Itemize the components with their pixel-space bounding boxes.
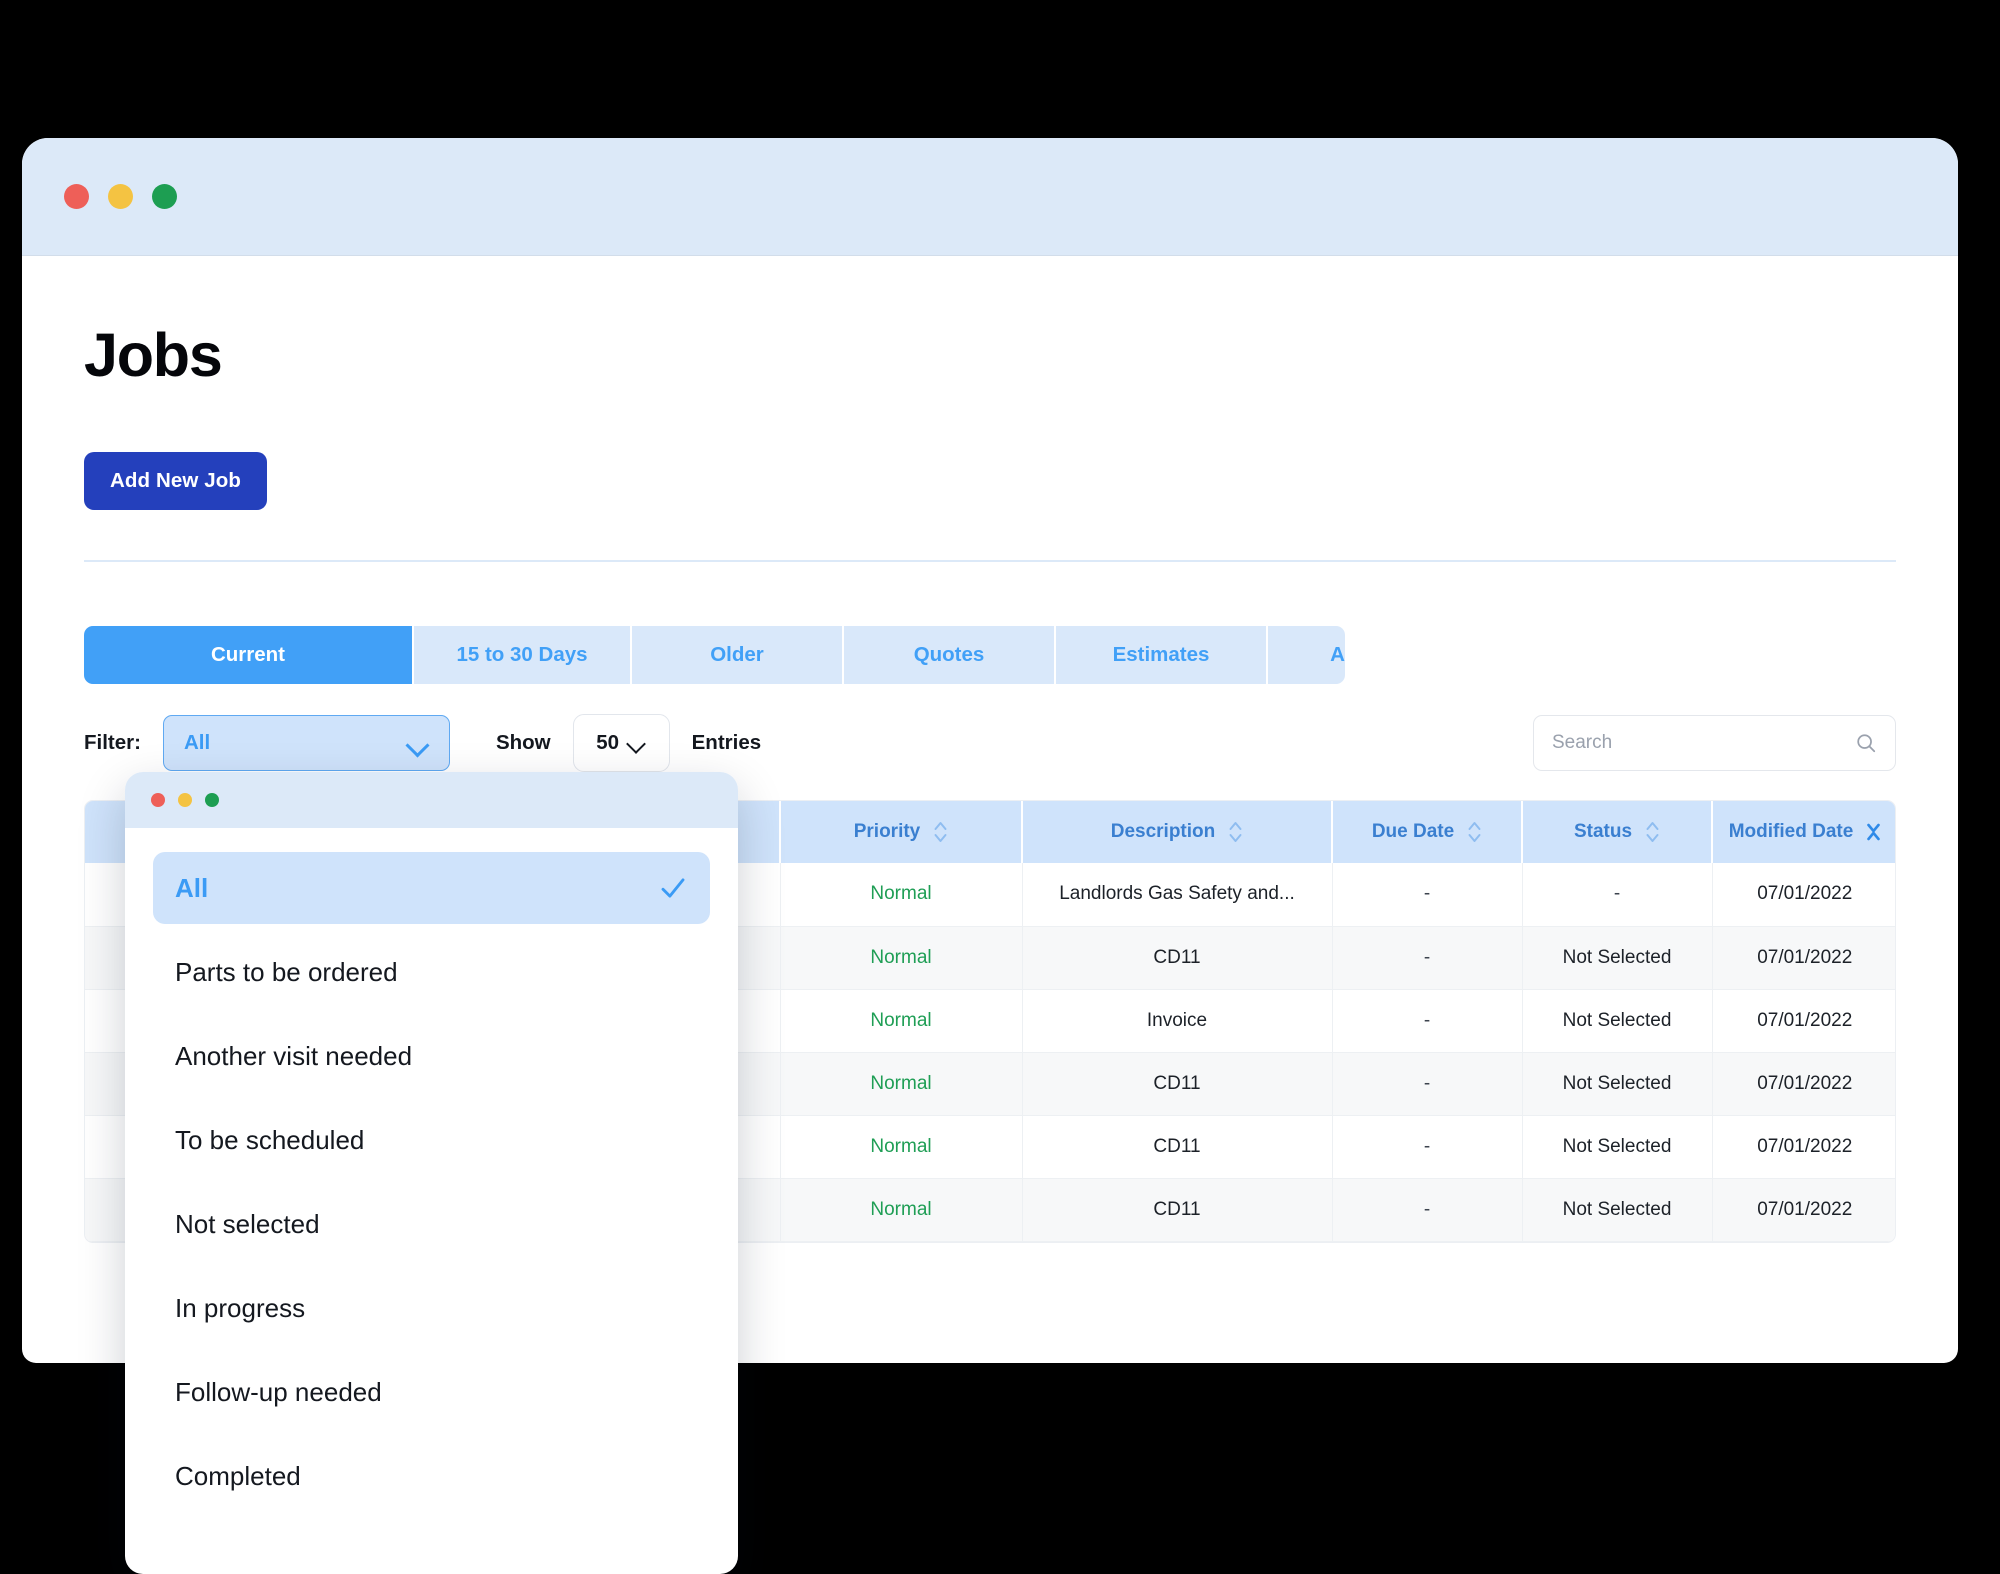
filter-option-to-be-scheduled[interactable]: To be scheduled [153,1104,710,1176]
tab-15-to-30-days[interactable]: 15 to 30 Days [414,626,632,684]
chevron-down-icon [407,737,429,750]
column-header-description[interactable]: Description [1022,801,1332,863]
filter-selected-value: All [184,731,210,755]
cell-modified-date: 07/01/2022 [1712,1178,1896,1241]
filter-option-label: Another visit needed [175,1041,412,1072]
section-divider [84,560,1896,562]
column-label: Modified Date [1729,820,1854,843]
sort-icon [1228,819,1243,845]
cell-modified-date: 07/01/2022 [1712,926,1896,989]
filter-option-in-progress[interactable]: In progress [153,1272,710,1344]
check-icon [658,873,688,903]
cell-due-date: - [1332,1178,1522,1241]
filter-option-all[interactable]: All [153,852,710,924]
entries-label: Entries [692,731,762,755]
jobs-tab-bar: Current 15 to 30 Days Older Quotes Estim… [84,626,1345,684]
sort-active-icon [1866,819,1881,845]
cell-modified-date: 07/01/2022 [1712,1052,1896,1115]
tab-estimates[interactable]: Estimates [1056,626,1268,684]
close-window-icon[interactable] [64,184,89,209]
filter-option-parts-to-be-ordered[interactable]: Parts to be ordered [153,936,710,1008]
filter-option-label: To be scheduled [175,1125,364,1156]
add-new-job-button[interactable]: Add New Job [84,452,267,510]
cell-due-date: - [1332,1115,1522,1178]
filter-option-label: Completed [175,1461,301,1492]
tab-older[interactable]: Older [632,626,844,684]
filter-option-label: In progress [175,1293,305,1324]
sort-icon [1467,819,1482,845]
cell-modified-date: 07/01/2022 [1712,1115,1896,1178]
sort-icon [1645,819,1660,845]
page-title: Jobs [84,320,1896,390]
filter-option-not-selected[interactable]: Not selected [153,1188,710,1260]
filter-option-label: Follow-up needed [175,1377,382,1408]
search-icon [1855,732,1877,754]
cell-priority: Normal [780,989,1022,1052]
column-header-status[interactable]: Status [1522,801,1712,863]
cell-priority: Normal [780,1115,1022,1178]
filter-option-label: All [175,873,208,904]
cell-status: Not Selected [1522,989,1712,1052]
filter-label: Filter: [84,731,141,755]
filter-select[interactable]: All [163,715,450,771]
cell-description: CD11 [1022,1115,1332,1178]
cell-priority: Normal [780,926,1022,989]
cell-description: Invoice [1022,989,1332,1052]
cell-priority: Normal [780,1178,1022,1241]
column-header-modified-date[interactable]: Modified Date [1712,801,1896,863]
minimize-window-icon[interactable] [108,184,133,209]
cell-status: Not Selected [1522,1115,1712,1178]
cell-description: CD11 [1022,1178,1332,1241]
column-header-priority[interactable]: Priority [780,801,1022,863]
filter-dropdown-panel: All Parts to be ordered Another visit ne… [125,772,738,1574]
chevron-down-icon [628,737,646,749]
cell-description: CD11 [1022,1052,1332,1115]
cell-modified-date: 07/01/2022 [1712,989,1896,1052]
tab-current[interactable]: Current [84,626,414,684]
tab-quotes[interactable]: Quotes [844,626,1056,684]
cell-status: Not Selected [1522,926,1712,989]
cell-priority: Normal [780,863,1022,926]
filter-option-completed[interactable]: Completed [153,1440,710,1512]
column-header-due-date[interactable]: Due Date [1332,801,1522,863]
search-box[interactable] [1533,715,1896,771]
cell-due-date: - [1332,863,1522,926]
window-titlebar [22,138,1958,256]
cell-description: Landlords Gas Safety and... [1022,863,1332,926]
cell-due-date: - [1332,926,1522,989]
cell-due-date: - [1332,989,1522,1052]
cell-priority: Normal [780,1052,1022,1115]
show-label: Show [496,731,551,755]
entries-per-page-select[interactable]: 50 [573,714,670,772]
cell-modified-date: 07/01/2022 [1712,863,1896,926]
maximize-window-icon[interactable] [152,184,177,209]
sort-icon [933,819,948,845]
cell-due-date: - [1332,1052,1522,1115]
column-label: Priority [854,820,921,843]
close-window-icon[interactable] [151,793,165,807]
filter-option-list: All Parts to be ordered Another visit ne… [125,828,738,1574]
filter-option-label: Parts to be ordered [175,957,398,988]
column-label: Description [1111,820,1216,843]
dropdown-titlebar [125,772,738,828]
cell-status: - [1522,863,1712,926]
cell-description: CD11 [1022,926,1332,989]
cell-status: Not Selected [1522,1052,1712,1115]
filter-option-follow-up-needed[interactable]: Follow-up needed [153,1356,710,1428]
filter-option-label: Not selected [175,1209,320,1240]
entries-selected-value: 50 [596,731,619,755]
column-label: Status [1574,820,1632,843]
cell-status: Not Selected [1522,1178,1712,1241]
minimize-window-icon[interactable] [178,793,192,807]
tab-archived[interactable]: Archived [1268,626,1345,684]
search-input[interactable] [1552,732,1855,754]
maximize-window-icon[interactable] [205,793,219,807]
table-controls-row: Filter: All Show 50 Entries [84,715,1896,771]
filter-option-another-visit-needed[interactable]: Another visit needed [153,1020,710,1092]
column-label: Due Date [1372,820,1454,843]
